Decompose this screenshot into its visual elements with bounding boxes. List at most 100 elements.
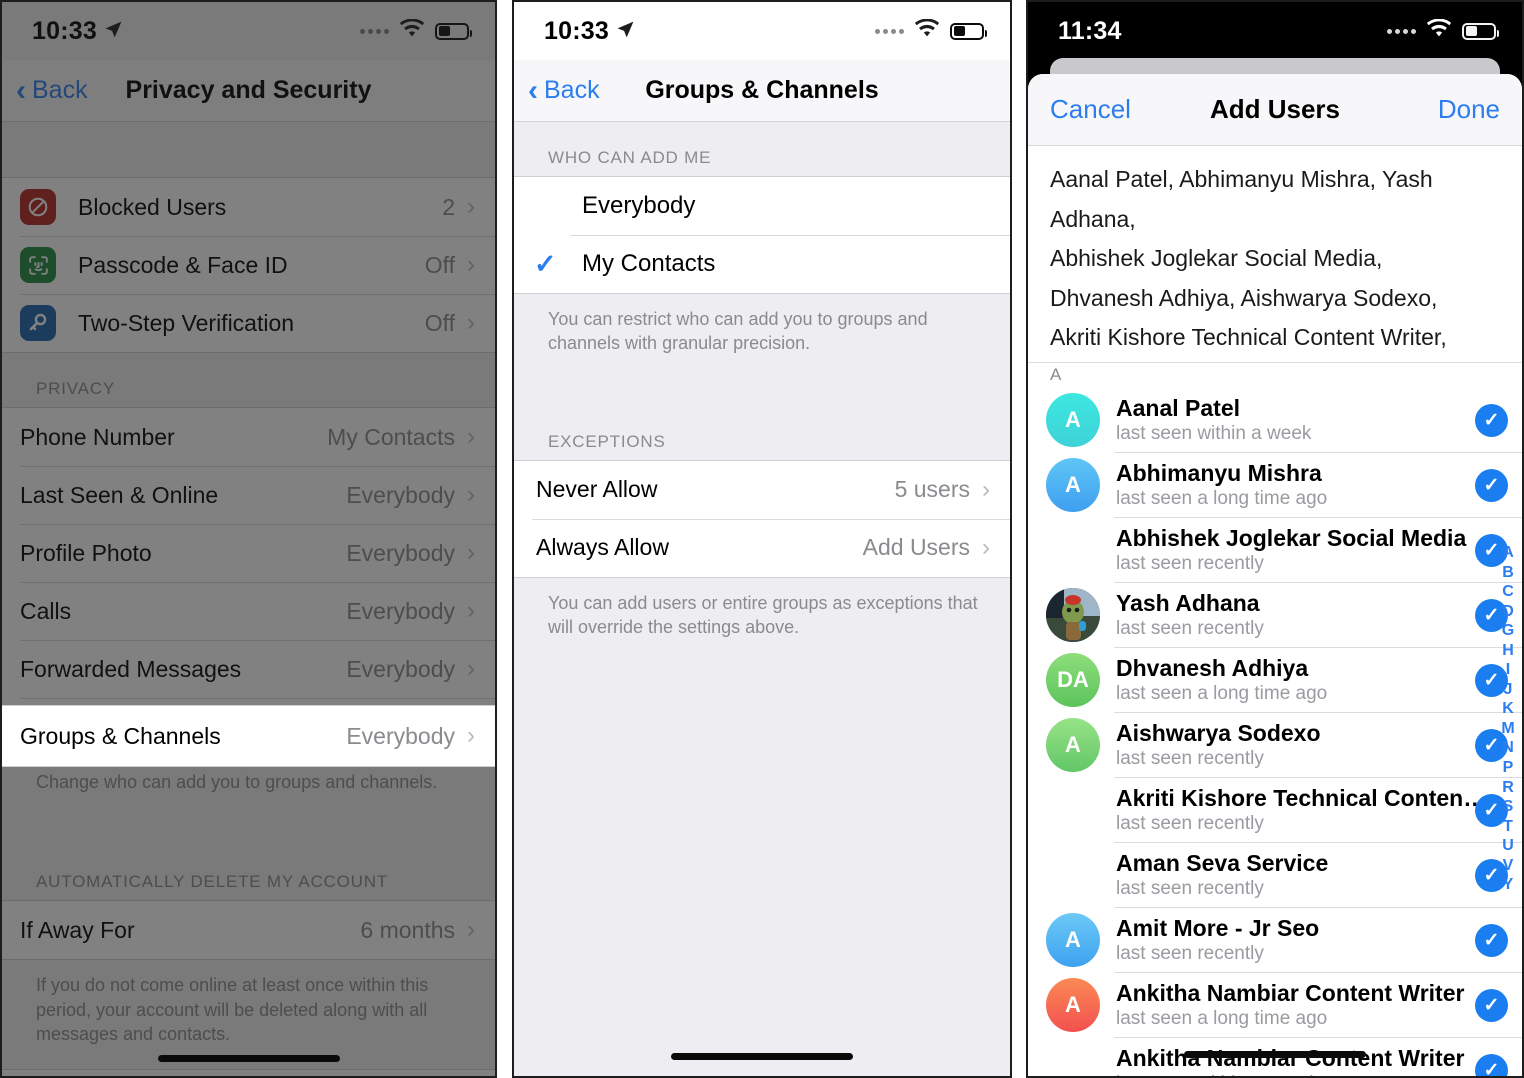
index-letter[interactable]: H	[1502, 642, 1514, 661]
list-item[interactable]: A Ankitha Nambiar Content Writer last se…	[1028, 972, 1522, 1038]
checkmark-icon[interactable]: ✓	[1475, 403, 1508, 437]
battery-icon	[435, 22, 472, 40]
avatar-initials: A	[1065, 407, 1081, 433]
contact-status: last seen recently	[1116, 748, 1264, 770]
index-letter[interactable]: B	[1502, 564, 1514, 583]
cancel-button[interactable]: Cancel	[1050, 94, 1131, 125]
row-always-allow[interactable]: Always Allow Add Users ›	[514, 518, 1010, 577]
option-everybody[interactable]: Everybody	[514, 177, 1010, 235]
index-letter[interactable]: G	[1502, 622, 1514, 641]
who-can-add-me-footer: You can restrict who can add you to grou…	[548, 309, 928, 354]
row-value: Everybody	[346, 481, 455, 508]
avatar: A	[1046, 978, 1100, 1033]
index-letter[interactable]: K	[1502, 700, 1514, 719]
chevron-right-icon: ›	[467, 539, 475, 566]
done-button[interactable]: Done	[1438, 94, 1500, 125]
index-letter[interactable]: C	[1502, 583, 1514, 602]
index-letter[interactable]: I	[1506, 661, 1510, 680]
index-letter[interactable]: D	[1502, 603, 1514, 622]
index-letter[interactable]: J	[1504, 681, 1513, 700]
status-indicators	[1387, 18, 1499, 43]
index-letter[interactable]: M	[1501, 720, 1514, 739]
contact-text: Aishwarya Sodexo last seen recently	[1116, 720, 1465, 770]
option-label: My Contacts	[582, 250, 716, 277]
row-profile-photo[interactable]: Profile Photo Everybody ›	[2, 524, 495, 582]
chevron-left-icon: ‹	[16, 73, 26, 107]
index-letter[interactable]: N	[1502, 739, 1514, 758]
signal-icon	[875, 28, 904, 34]
contact-text: Ankitha Nambiar Content Writer last seen…	[1116, 980, 1465, 1030]
contact-name: Amit More - Jr Seo	[1116, 915, 1320, 942]
contact-name: Ankitha Nambiar Content Writer	[1116, 980, 1465, 1007]
alphabet-index[interactable]: A B C D G H I J K M N P R S T U V Y	[1497, 544, 1519, 895]
status-time: 11:34	[1058, 16, 1122, 45]
list-item[interactable]: DA Dhvanesh Adhiya last seen a long time…	[1028, 647, 1522, 713]
checkmark-icon[interactable]: ✓	[1475, 988, 1508, 1022]
row-value: Everybody	[346, 597, 455, 624]
contact-text: Aanal Patel last seen within a week	[1116, 395, 1465, 445]
option-my-contacts[interactable]: ✓ My Contacts	[514, 235, 1010, 293]
list-item[interactable]: Aman Seva Service last seen recently ✓	[1028, 842, 1522, 908]
privacy-section-wrap: PRIVACY	[2, 353, 495, 407]
row-never-allow[interactable]: Never Allow 5 users ›	[514, 460, 1010, 519]
contact-name: Abhimanyu Mishra	[1116, 460, 1322, 487]
sheet-nav-bar: Cancel Add Users Done	[1028, 74, 1522, 146]
chevron-right-icon: ›	[467, 916, 475, 944]
security-section: Blocked Users 2 › Passcode & Face ID Off	[2, 177, 495, 353]
checkmark-icon[interactable]: ✓	[1475, 923, 1508, 957]
index-letter[interactable]: A	[1502, 544, 1514, 563]
panel-gap	[1012, 0, 1026, 1078]
contact-text: Dhvanesh Adhiya last seen a long time ag…	[1116, 655, 1465, 705]
list-item[interactable]: A Abhimanyu Mishra last seen a long time…	[1028, 452, 1522, 518]
row-blocked-users[interactable]: Blocked Users 2 ›	[2, 178, 495, 236]
list-item[interactable]: Akriti Kishore Technical Conten… last se…	[1028, 777, 1522, 843]
avatar-initials: A	[1065, 472, 1081, 498]
index-letter[interactable]: Y	[1503, 876, 1514, 895]
avatar-initials: A	[1065, 732, 1081, 758]
row-phone-number[interactable]: Phone Number My Contacts ›	[2, 408, 495, 466]
row-groups-channels[interactable]: Groups & Channels Everybody ›	[2, 706, 495, 766]
contact-status: last seen within a week	[1116, 423, 1312, 445]
home-indicator	[671, 1053, 853, 1060]
checkmark-icon[interactable]: ✓	[1475, 1053, 1508, 1076]
checkmark-icon[interactable]: ✓	[1475, 468, 1508, 502]
contact-name: Aanal Patel	[1116, 395, 1240, 422]
contact-name: Yash Adhana	[1116, 590, 1260, 617]
contact-status: last seen within a month	[1116, 1073, 1465, 1076]
row-forwarded-messages[interactable]: Forwarded Messages Everybody ›	[2, 640, 495, 698]
row-label: If Away For	[20, 916, 135, 943]
chevron-right-icon: ›	[982, 475, 990, 503]
list-item[interactable]: Yash Adhana last seen recently ✓	[1028, 582, 1522, 648]
panel-add-users: 11:34 Cancel Add Users Done Aanal Patel,…	[1026, 0, 1524, 1078]
index-letter[interactable]: S	[1503, 798, 1514, 817]
highlighted-row-groups-channels[interactable]: Groups & Channels Everybody ›	[2, 705, 495, 767]
row-label: Blocked Users	[78, 193, 227, 220]
battery-icon	[1462, 22, 1499, 40]
index-letter[interactable]: P	[1503, 759, 1514, 778]
index-letter[interactable]: R	[1502, 779, 1514, 798]
settings-scroll: WHO CAN ADD ME Everybody ✓ My Contacts Y…	[514, 122, 1010, 1076]
list-item[interactable]: Abhishek Joglekar Social Media last seen…	[1028, 517, 1522, 583]
row-two-step-verification[interactable]: Two-Step Verification Off ›	[2, 294, 495, 352]
panel-groups-and-channels: 10:33 ‹ Back Groups & Channels WHO CAN A…	[512, 0, 1012, 1078]
row-passcode-face-id[interactable]: Passcode & Face ID Off ›	[2, 236, 495, 294]
row-value: Off	[424, 309, 455, 336]
status-time: 10:33	[32, 16, 97, 45]
index-letter[interactable]: T	[1503, 818, 1513, 837]
index-letter[interactable]: V	[1503, 857, 1514, 876]
selected-users-field[interactable]: Aanal Patel, Abhimanyu Mishra, Yash Adha…	[1028, 146, 1522, 362]
index-letter[interactable]: U	[1502, 837, 1514, 856]
row-calls[interactable]: Calls Everybody ›	[2, 582, 495, 640]
blocked-icon	[20, 189, 56, 225]
location-arrow-icon	[104, 17, 123, 46]
row-if-away-for[interactable]: If Away For 6 months ›	[2, 901, 495, 960]
list-item[interactable]: A Aishwarya Sodexo last seen recently ✓	[1028, 712, 1522, 778]
back-button[interactable]: ‹ Back	[514, 75, 600, 106]
row-data-settings[interactable]: Data Settings ›	[2, 1069, 495, 1076]
back-button[interactable]: ‹ Back	[2, 73, 88, 107]
list-item[interactable]: A Amit More - Jr Seo last seen recently …	[1028, 907, 1522, 973]
list-item[interactable]: A Aanal Patel last seen within a week ✓	[1028, 387, 1522, 453]
row-last-seen-online[interactable]: Last Seen & Online Everybody ›	[2, 466, 495, 524]
chevron-right-icon: ›	[467, 309, 475, 336]
selected-users-line: Abhishek Joglekar Social Media,	[1050, 245, 1383, 272]
